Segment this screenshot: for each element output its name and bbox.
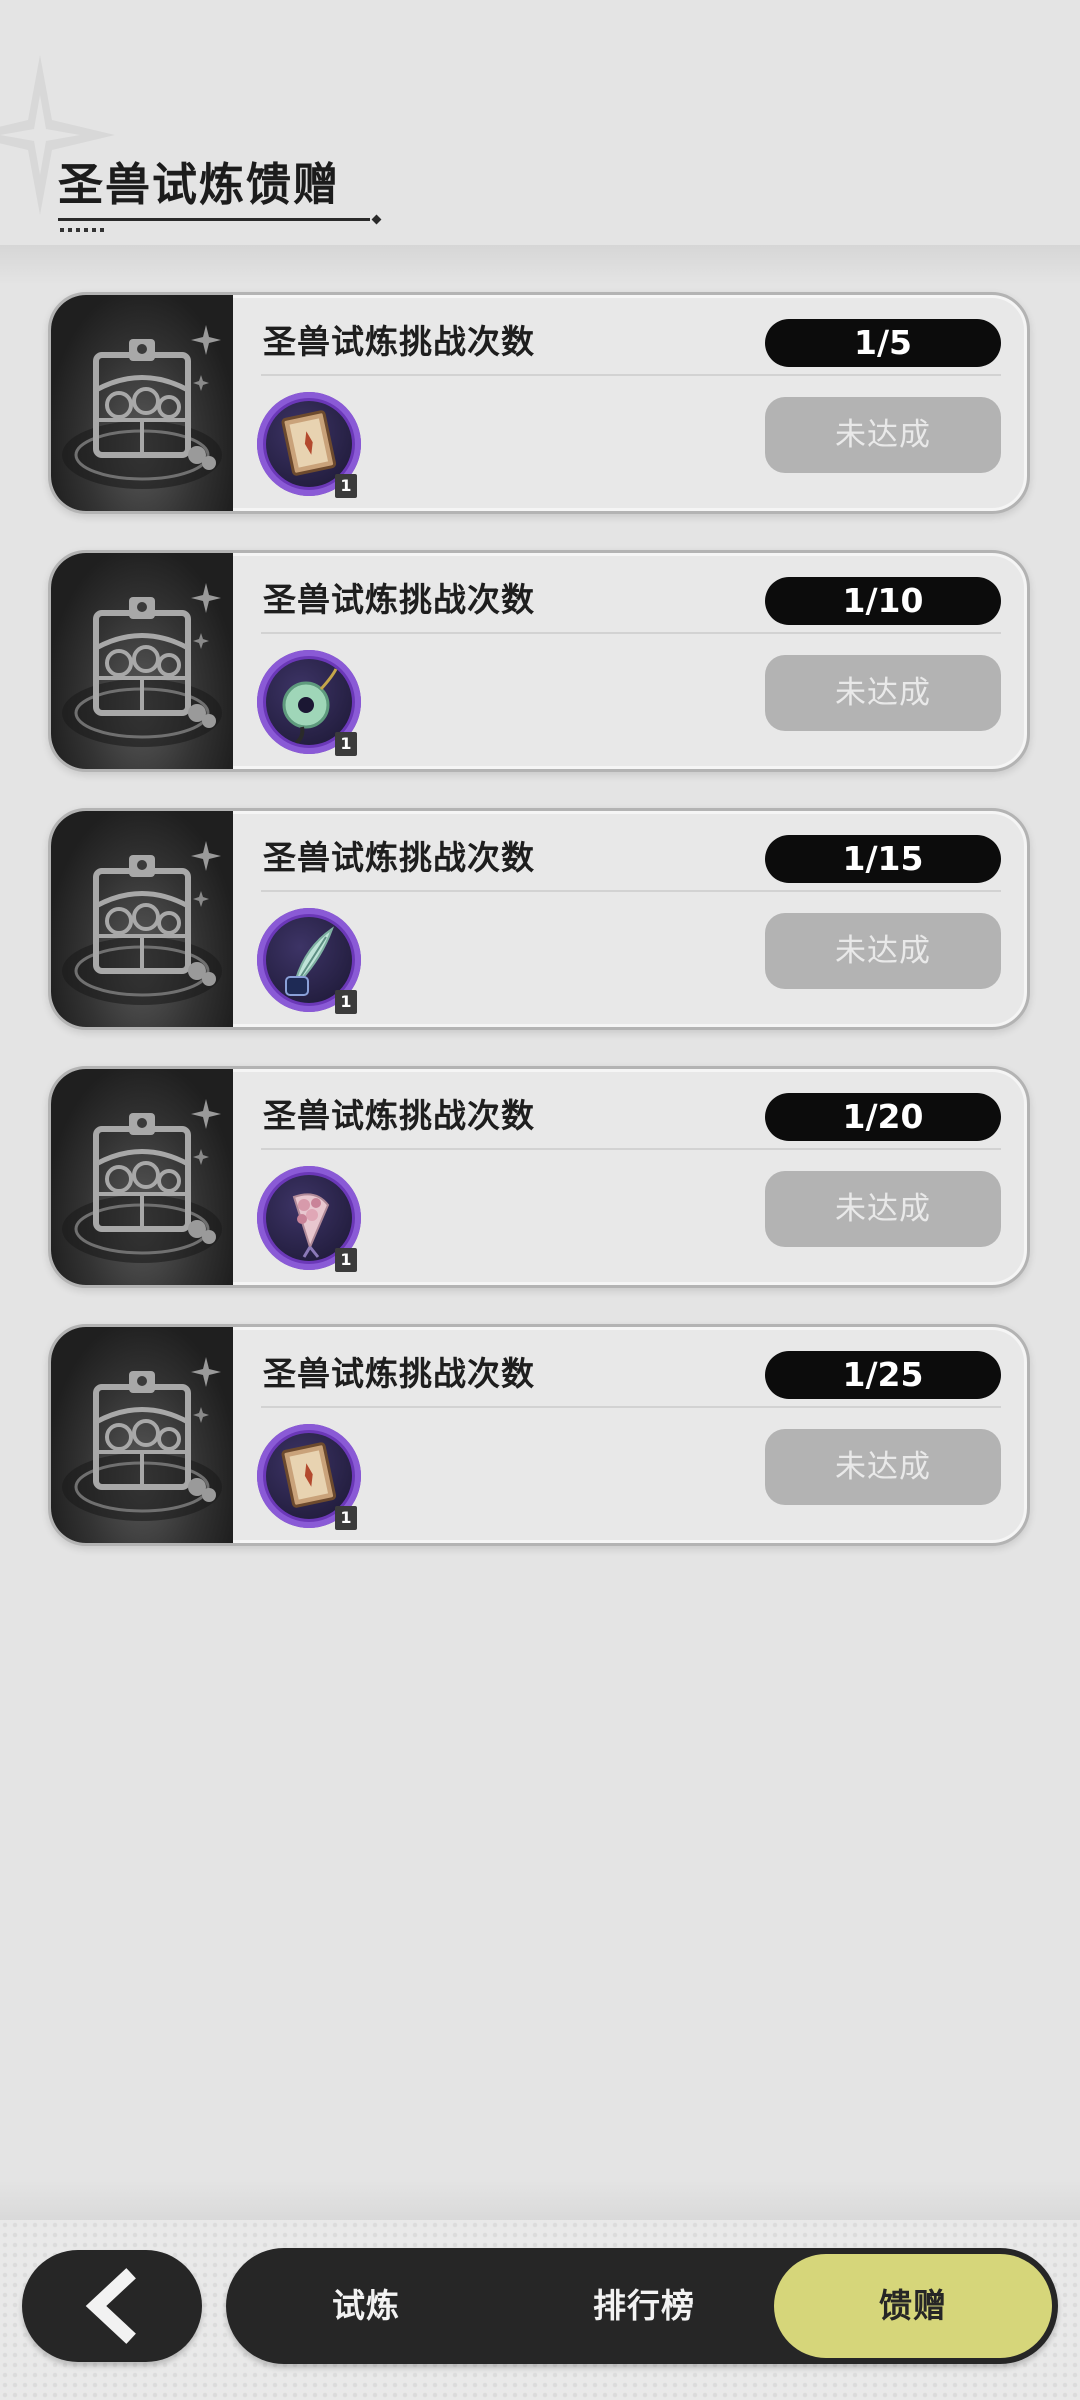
reward-quantity: 1: [335, 474, 357, 498]
tab-leaderboard[interactable]: 排行榜: [544, 2248, 744, 2364]
task-name: 圣兽试炼挑战次数: [263, 580, 535, 619]
reward-quantity: 1: [335, 732, 357, 756]
header-shadow: [0, 245, 1080, 285]
chest-panel: [51, 811, 233, 1027]
reward-card: 圣兽试炼挑战次数 1/10 1 未达成: [48, 550, 1030, 772]
tab-bar: 试炼 排行榜 馈赠: [226, 2248, 1058, 2364]
back-button[interactable]: [22, 2250, 202, 2362]
reward-card: 圣兽试炼挑战次数 1/5 1 未达成: [48, 292, 1030, 514]
reward-item[interactable]: 1: [257, 908, 361, 1014]
progress-counter: 1/10: [765, 577, 1001, 625]
reward-quantity: 1: [335, 1506, 357, 1530]
tab-trial[interactable]: 试炼: [276, 2248, 456, 2364]
claim-status-button[interactable]: 未达成: [765, 655, 1001, 731]
claim-status-button[interactable]: 未达成: [765, 397, 1001, 473]
reward-item[interactable]: 1: [257, 650, 361, 756]
chest-panel: [51, 1069, 233, 1285]
claim-status-button[interactable]: 未达成: [765, 1171, 1001, 1247]
reward-card: 圣兽试炼挑战次数 1/15 1 未达成: [48, 808, 1030, 1030]
task-name: 圣兽试炼挑战次数: [263, 838, 535, 877]
reward-item[interactable]: 1: [257, 1166, 361, 1272]
page-header: 圣兽试炼馈赠: [58, 150, 370, 232]
title-underline: [58, 218, 370, 221]
treasure-chest-icon: [62, 841, 222, 1005]
divider: [261, 890, 1001, 892]
reward-item[interactable]: 1: [257, 392, 361, 498]
task-name: 圣兽试炼挑战次数: [263, 322, 535, 361]
task-name: 圣兽试炼挑战次数: [263, 1354, 535, 1393]
progress-counter: 1/15: [765, 835, 1001, 883]
treasure-chest-icon: [62, 1099, 222, 1263]
reward-card: 圣兽试炼挑战次数 1/20 1 未达成: [48, 1066, 1030, 1288]
progress-counter: 1/20: [765, 1093, 1001, 1141]
divider: [261, 374, 1001, 376]
divider: [261, 632, 1001, 634]
progress-counter: 1/5: [765, 319, 1001, 367]
chest-panel: [51, 553, 233, 769]
task-name: 圣兽试炼挑战次数: [263, 1096, 535, 1135]
reward-item[interactable]: 1: [257, 1424, 361, 1530]
bottom-fade: [0, 2180, 1080, 2225]
treasure-chest-icon: [62, 325, 222, 489]
divider: [261, 1406, 1001, 1408]
treasure-chest-icon: [62, 1357, 222, 1521]
reward-list: 圣兽试炼挑战次数 1/5 1 未达成 圣兽试炼挑战次数 1/10 1 未达成 圣…: [48, 292, 1030, 1582]
treasure-chest-icon: [62, 583, 222, 747]
claim-status-button[interactable]: 未达成: [765, 913, 1001, 989]
divider: [261, 1148, 1001, 1150]
title-dots: [60, 228, 106, 232]
page-title: 圣兽试炼馈赠: [58, 158, 341, 211]
chest-panel: [51, 1327, 233, 1543]
reward-quantity: 1: [335, 990, 357, 1014]
chevron-left-icon: [85, 2268, 136, 2344]
claim-status-button[interactable]: 未达成: [765, 1429, 1001, 1505]
progress-counter: 1/25: [765, 1351, 1001, 1399]
reward-card: 圣兽试炼挑战次数 1/25 1 未达成: [48, 1324, 1030, 1546]
tab-rewards[interactable]: 馈赠: [774, 2254, 1052, 2358]
reward-quantity: 1: [335, 1248, 357, 1272]
chest-panel: [51, 295, 233, 511]
